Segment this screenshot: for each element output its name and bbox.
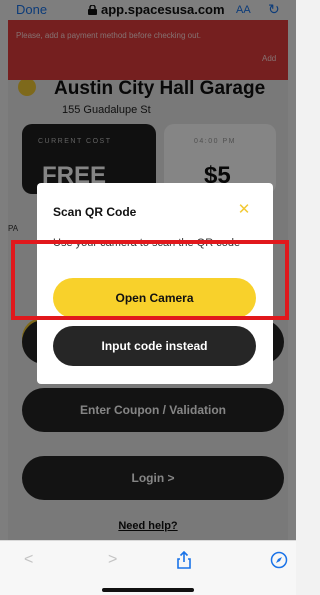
browser-toolbar: < > [0,540,296,595]
scan-qr-modal: Scan QR Code ✕ Use your camera to scan t… [37,183,273,384]
share-icon[interactable] [176,550,192,574]
compass-icon[interactable] [270,551,288,574]
compass-glyph [270,551,288,569]
share-glyph [177,550,191,569]
open-camera-button[interactable]: Open Camera [53,278,256,318]
close-icon[interactable]: ✕ [235,200,253,218]
forward-icon[interactable]: > [108,551,117,569]
modal-description: Use your camera to scan the QR code [53,237,241,249]
modal-title: Scan QR Code [53,205,137,219]
home-indicator [102,588,194,592]
back-icon[interactable]: < [24,551,33,569]
input-code-button[interactable]: Input code instead [53,326,256,366]
